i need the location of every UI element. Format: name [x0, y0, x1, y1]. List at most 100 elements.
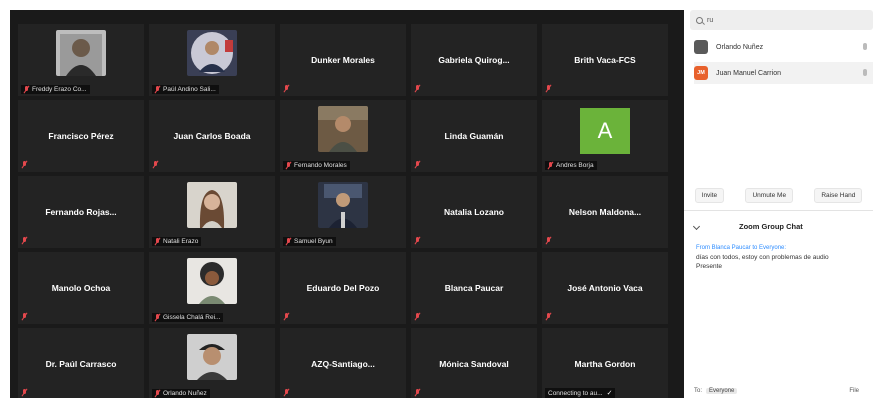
participant-name: Dr. Paúl Carrasco [45, 359, 117, 369]
participant-caption-text: Samuel Byun [294, 238, 333, 245]
participant-name: Blanca Paucar [444, 283, 504, 293]
participant-caption: Paúl Andino Sali... [152, 85, 219, 94]
participant-name: Francisco Pérez [48, 131, 114, 141]
participant-video-thumbnail [187, 334, 237, 380]
muted-microphone-icon [284, 389, 290, 396]
participant-tile[interactable]: Blanca Paucar [411, 252, 537, 324]
checkmark-icon: ✓ [606, 390, 613, 397]
participant-tile[interactable]: AZQ-Santiago... [280, 328, 406, 398]
muted-microphone-icon [284, 313, 290, 320]
participant-name: Manolo Ochoa [51, 283, 111, 293]
participant-tile[interactable]: Martha Gordon Connecting to au... ✓ [542, 328, 668, 398]
participant-name: Fernando Rojas... [45, 207, 117, 217]
participant-video-thumbnail [187, 258, 237, 304]
muted-microphone-icon [155, 390, 161, 397]
participant-actions: Invite Unmute Me Raise Hand [684, 188, 873, 203]
chat-message: Presente [696, 263, 723, 270]
participant-video-thumbnail [187, 182, 237, 228]
participant-video-thumbnail [56, 30, 106, 76]
muted-microphone-icon [415, 237, 421, 244]
participant-caption-text: Connecting to au... [548, 389, 603, 397]
participant-caption: Samuel Byun [283, 237, 336, 246]
search-value: ru [707, 16, 714, 24]
raise-hand-button[interactable]: Raise Hand [814, 188, 863, 203]
microphone-icon[interactable] [863, 69, 867, 76]
chat-recipient: To: Everyone [694, 388, 738, 394]
muted-microphone-icon [415, 389, 421, 396]
gallery-view: Freddy Erazo Co... Paúl Andino Sali... Dun… [0, 0, 684, 398]
zoom-window: Freddy Erazo Co... Paúl Andino Sali... Dun… [0, 0, 873, 398]
participant-tile[interactable]: Dr. Paúl Carrasco [18, 328, 144, 398]
chat-sender-line: From Blanca Paucar to Everyone: [696, 245, 787, 251]
muted-microphone-icon [415, 85, 421, 92]
chevron-down-icon[interactable] [692, 222, 701, 231]
participant-tile[interactable]: Eduardo Del Pozo [280, 252, 406, 324]
participant-tile[interactable]: Freddy Erazo Co... [18, 24, 144, 96]
to-label: To: [694, 388, 703, 394]
muted-microphone-icon [22, 313, 28, 320]
muted-microphone-icon [286, 238, 292, 245]
participant-caption: Orlando Nuñez [152, 389, 210, 398]
panel-divider [684, 210, 873, 211]
participant-caption: Andres Borja [545, 161, 597, 170]
participant-name: Orlando Nuñez [716, 43, 764, 51]
muted-microphone-icon [415, 313, 421, 320]
microphone-icon[interactable] [863, 43, 867, 50]
participant-tile[interactable]: Francisco Pérez [18, 100, 144, 172]
participant-tile[interactable]: José Antonio Vaca [542, 252, 668, 324]
chat-message: días con todos, estoy con problemas de a… [696, 254, 829, 261]
participant-tile[interactable]: Natalia Lozano [411, 176, 537, 248]
participant-tile[interactable]: Mónica Sandoval [411, 328, 537, 398]
participant-tile[interactable]: Samuel Byun [280, 176, 406, 248]
participant-row-juan-manuel[interactable]: JM Juan Manuel Carrion [694, 62, 873, 84]
participant-tile[interactable]: Gabriela Quirog... [411, 24, 537, 96]
participant-avatar [694, 40, 708, 54]
participant-caption-text: Andres Borja [556, 162, 594, 169]
participant-tile[interactable]: Dunker Morales [280, 24, 406, 96]
participant-tile[interactable]: Orlando Nuñez [149, 328, 275, 398]
recipient-select[interactable]: Everyone [706, 388, 738, 394]
participant-name: Natalia Lozano [444, 207, 504, 217]
participant-grid: Freddy Erazo Co... Paúl Andino Sali... Dun… [18, 24, 674, 398]
participant-tile[interactable]: A Andres Borja [542, 100, 668, 172]
muted-microphone-icon [546, 313, 552, 320]
participant-caption: Gissela Chalá Rei... [152, 313, 224, 322]
participant-caption-text: Gissela Chalá Rei... [163, 314, 221, 321]
participant-search-input[interactable]: ru [690, 10, 873, 30]
muted-microphone-icon [22, 237, 28, 244]
muted-microphone-icon [153, 161, 159, 168]
participant-caption: Fernando Morales [283, 161, 350, 170]
participant-tile[interactable]: Natali Erazo [149, 176, 275, 248]
muted-microphone-icon [22, 161, 28, 168]
participant-name: Eduardo Del Pozo [306, 283, 380, 293]
participant-caption: Natali Erazo [152, 237, 202, 246]
participant-name: Brith Vaca-FCS [574, 55, 636, 65]
gallery-background: Freddy Erazo Co... Paúl Andino Sali... Dun… [10, 10, 684, 398]
chat-title: Zoom Group Chat [739, 222, 803, 231]
muted-microphone-icon [415, 161, 421, 168]
participant-video-thumbnail [318, 106, 368, 152]
participant-tile[interactable]: Juan Carlos Boada [149, 100, 275, 172]
unmute-me-button[interactable]: Unmute Me [745, 188, 794, 203]
participant-name: Dunker Morales [311, 55, 375, 65]
participant-tile[interactable]: Fernando Rojas... [18, 176, 144, 248]
participant-tile[interactable]: Brith Vaca-FCS [542, 24, 668, 96]
muted-microphone-icon [22, 389, 28, 396]
participant-tile[interactable]: Paúl Andino Sali... [149, 24, 275, 96]
participant-name: José Antonio Vaca [567, 283, 643, 293]
muted-microphone-icon [286, 162, 292, 169]
participant-tile[interactable]: Linda Guamán [411, 100, 537, 172]
participants-chat-panel: ru Orlando Nuñez JM Juan Manuel Carrion … [684, 0, 873, 398]
invite-button[interactable]: Invite [694, 188, 725, 203]
participant-name: Nelson Maldona... [568, 207, 642, 217]
participant-caption: Freddy Erazo Co... [21, 85, 90, 94]
participant-row-orlando[interactable]: Orlando Nuñez [694, 36, 873, 58]
participant-name: Mónica Sandoval [439, 359, 509, 369]
participant-avatar: JM [694, 66, 708, 80]
participant-tile[interactable]: Nelson Maldona... [542, 176, 668, 248]
participant-tile[interactable]: Gissela Chalá Rei... [149, 252, 275, 324]
participant-tile[interactable]: Fernando Morales [280, 100, 406, 172]
chat-file-button[interactable]: File [849, 388, 859, 394]
participant-tile[interactable]: Manolo Ochoa [18, 252, 144, 324]
participant-name: AZQ-Santiago... [311, 359, 375, 369]
